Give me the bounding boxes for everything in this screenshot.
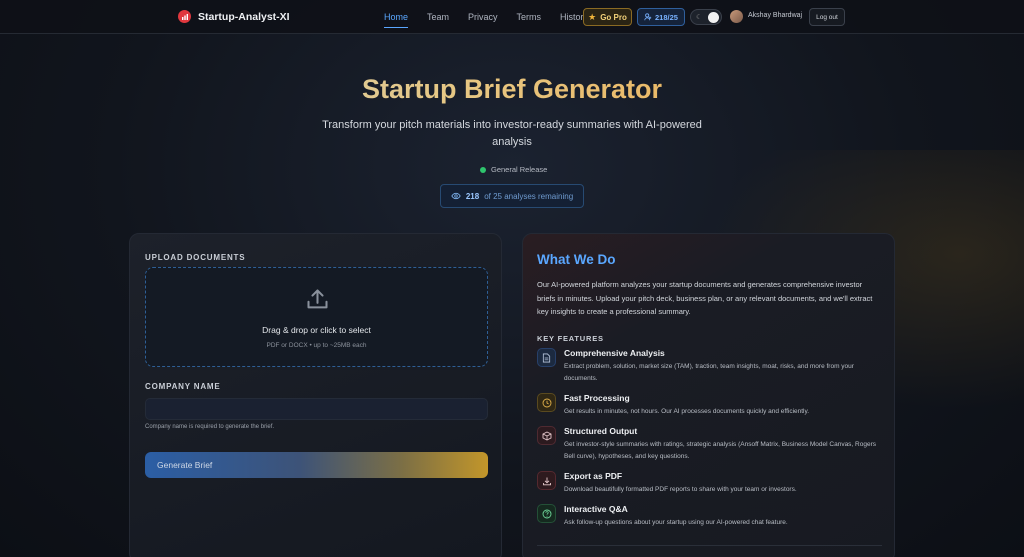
about-card: What We Do Our AI-powered platform analy… bbox=[522, 233, 895, 557]
logout-button[interactable]: Log out bbox=[809, 8, 845, 26]
clock-icon bbox=[537, 393, 556, 412]
page-subtitle: Transform your pitch materials into inve… bbox=[322, 119, 702, 148]
usage-count: 218/25 bbox=[655, 12, 678, 22]
feature-title: Interactive Q&A bbox=[564, 504, 628, 514]
release-label: General Release bbox=[491, 165, 548, 174]
download-icon bbox=[537, 471, 556, 490]
feature-title: Fast Processing bbox=[564, 393, 630, 403]
company-name-label: COMPANY NAME bbox=[145, 382, 221, 391]
dropzone-text: Drag & drop or click to select bbox=[262, 325, 371, 335]
usage-badge[interactable]: 218/25 bbox=[637, 8, 685, 26]
chart-logo-icon bbox=[178, 10, 191, 23]
divider bbox=[537, 545, 882, 546]
feature-desc: Download beautifully formatted PDF repor… bbox=[564, 486, 797, 493]
top-navbar: Startup-Analyst-XI Home Team Privacy Ter… bbox=[0, 0, 1024, 34]
upload-card: UPLOAD DOCUMENTS Drag & drop or click to… bbox=[129, 233, 502, 557]
remaining-text: of 25 analyses remaining bbox=[484, 191, 574, 201]
file-dropzone[interactable]: Drag & drop or click to select PDF or DO… bbox=[145, 267, 488, 367]
generate-brief-button[interactable]: Generate Brief bbox=[145, 452, 488, 478]
moon-icon: ☾ bbox=[696, 14, 703, 21]
status-dot-icon bbox=[480, 166, 486, 173]
theme-toggle[interactable]: ☾ bbox=[690, 9, 722, 25]
release-status: General Release bbox=[480, 165, 547, 174]
document-icon bbox=[537, 348, 556, 367]
go-pro-label: Go Pro bbox=[600, 12, 627, 22]
nav-privacy[interactable]: Privacy bbox=[468, 0, 498, 34]
avatar[interactable] bbox=[730, 10, 743, 23]
company-name-input[interactable] bbox=[145, 398, 488, 420]
page-title: Startup Brief Generator bbox=[0, 74, 1024, 105]
star-icon: ★ bbox=[588, 11, 597, 22]
go-pro-button[interactable]: ★ Go Pro bbox=[583, 8, 632, 26]
feature-desc: Extract problem, solution, market size (… bbox=[564, 363, 854, 382]
brand[interactable]: Startup-Analyst-XI bbox=[178, 10, 290, 23]
cube-icon bbox=[537, 426, 556, 445]
analyses-remaining-badge: 218 of 25 analyses remaining bbox=[440, 184, 584, 208]
company-name-hint: Company name is required to generate the… bbox=[145, 424, 275, 430]
nav-terms[interactable]: Terms bbox=[517, 0, 542, 34]
brand-name: Startup-Analyst-XI bbox=[198, 10, 290, 23]
feature-desc: Get results in minutes, not hours. Our A… bbox=[564, 408, 810, 415]
eye-icon bbox=[451, 192, 461, 200]
feature-desc: Ask follow-up questions about your start… bbox=[564, 519, 788, 526]
users-icon bbox=[644, 13, 652, 21]
upload-label: UPLOAD DOCUMENTS bbox=[145, 253, 246, 262]
toggle-knob bbox=[708, 12, 719, 23]
about-title: What We Do bbox=[537, 252, 616, 267]
dropzone-hint: PDF or DOCX • up to ~25MB each bbox=[266, 342, 367, 349]
key-features-label: KEY FEATURES bbox=[537, 334, 604, 343]
feature-title: Comprehensive Analysis bbox=[564, 348, 665, 358]
remaining-count: 218 bbox=[465, 191, 480, 201]
nav-home[interactable]: Home bbox=[384, 0, 409, 34]
feature-desc: Get investor-style summaries with rating… bbox=[564, 441, 876, 460]
help-circle-icon bbox=[537, 504, 556, 523]
feature-title: Structured Output bbox=[564, 426, 638, 436]
user-name: Akshay Bhardwaj bbox=[748, 12, 803, 19]
feature-title: Export as PDF bbox=[564, 471, 623, 481]
upload-icon bbox=[307, 289, 328, 309]
nav-links: Home Team Privacy Terms History bbox=[384, 0, 607, 34]
nav-team[interactable]: Team bbox=[427, 0, 449, 34]
about-body: Our AI-powered platform analyzes your st… bbox=[537, 280, 873, 316]
